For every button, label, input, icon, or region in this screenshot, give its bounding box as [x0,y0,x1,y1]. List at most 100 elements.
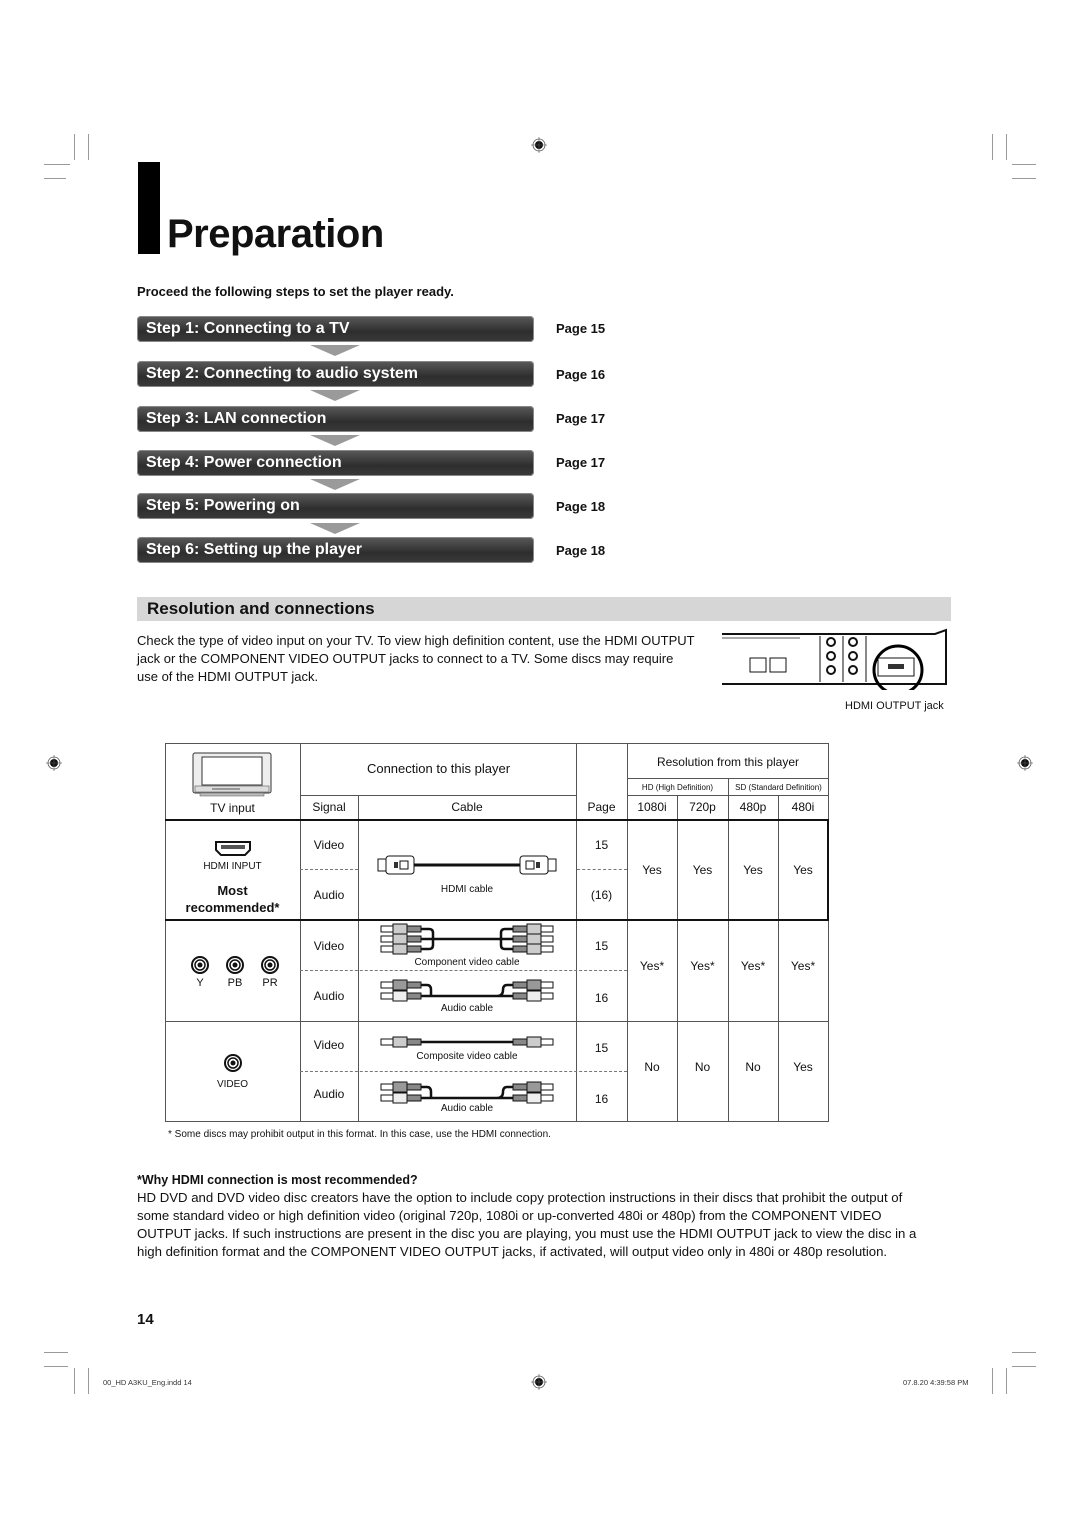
why-hdmi-title: *Why HDMI connection is most recommended… [137,1173,418,1187]
crop-mark [1012,1366,1036,1367]
video-jack-icon [224,1054,242,1072]
diagram-caption: HDMI OUTPUT jack [845,700,944,712]
page-audio: (16) [590,888,613,902]
table-footnote: * Some discs may prohibit output in this… [168,1129,551,1140]
composite-cable-icon [380,1036,554,1048]
crop-mark [74,134,75,160]
page-video: 15 [594,1041,609,1055]
table-border [165,743,829,744]
hdmi-cable-label: HDMI cable [440,884,494,895]
res-480p: Yes* [740,959,766,973]
crop-mark [1012,178,1036,179]
header-page: Page [587,800,616,814]
table-divider [627,778,829,779]
step-5-page: Page 18 [556,499,606,514]
table-divider [627,795,829,796]
player-rear-panel-diagram [722,628,947,690]
why-hdmi-body: HD DVD and DVD video disc creators have … [137,1190,917,1259]
res-480i: Yes [793,1060,813,1074]
step-6-page: Page 18 [556,543,606,558]
step-5: Step 5: Powering on [137,493,534,519]
header-tv-input: TV input [210,801,255,815]
print-slug-date: 07.8.20 4:39:58 PM [903,1378,969,1387]
page-video: 15 [594,838,609,852]
header-hd: HD (High Definition) [641,783,714,792]
table-divider [165,1021,829,1022]
header-res-1080i: 1080i [637,800,667,814]
crop-mark [74,1368,75,1394]
res-480i: Yes [793,863,813,877]
section-title: Resolution and connections [147,599,375,618]
table-divider [165,819,829,821]
signal-video: Video [313,939,345,953]
res-480p: Yes [743,863,763,877]
component-cable-label: Component video cable [414,957,520,968]
page-title: Preparation [167,212,384,256]
res-720p: Yes* [690,959,715,973]
crop-mark [88,134,89,160]
signal-video: Video [313,838,345,852]
hdmi-input-label: HDMI INPUT [203,861,262,872]
composite-cable-label: Composite video cable [416,1051,518,1062]
signal-video: Video [313,1038,345,1052]
crop-mark [1012,1352,1036,1353]
signal-audio: Audio [313,888,345,902]
most-recommended-note: Most recommended* [185,883,280,915]
header-sd: SD (Standard Definition) [735,783,822,792]
registration-mark-icon [1017,755,1033,771]
component-jacks-icon [191,956,279,974]
crop-mark [1006,1368,1007,1394]
connection-table: TV input Connection to this player Resol… [165,743,829,1122]
crop-mark [88,1368,89,1394]
step-4: Step 4: Power connection [137,450,534,476]
registration-mark-icon [46,755,62,771]
audio-cable-label: Audio cable [440,1003,494,1014]
header-res-720p: 720p [689,800,716,814]
page-audio: 16 [594,1092,609,1106]
crop-mark [44,164,70,165]
res-1080i: Yes* [639,959,665,973]
arrow-down-icon [310,390,360,401]
video-input-label: VIDEO [216,1079,249,1090]
header-res-480i: 480i [791,800,815,814]
header-cable: Cable [451,800,483,814]
res-480i: Yes* [790,959,816,973]
audio-cable-icon [380,979,554,1002]
step-1-page: Page 15 [556,321,606,336]
res-1080i: No [644,1060,660,1074]
intro-text: Proceed the following steps to set the p… [137,284,454,299]
audio-cable-label: Audio cable [440,1103,494,1114]
arrow-down-icon [310,479,360,490]
arrow-down-icon [310,523,360,534]
table-border [828,743,829,1122]
dashed-separator [300,1071,627,1072]
step-4-page: Page 17 [556,455,606,470]
title-bar-decoration [138,162,160,254]
step-3: Step 3: LAN connection [137,406,534,432]
header-resolution: Resolution from this player [656,755,800,769]
crop-mark [1006,134,1007,160]
print-slug-filename: 00_HD A3KU_Eng.indd 14 [103,1378,192,1387]
crop-mark [44,1352,68,1353]
registration-mark-icon [531,137,547,153]
dashed-separator [300,869,358,870]
jack-label-y: Y [196,977,204,989]
step-3-page: Page 17 [556,411,606,426]
page-number: 14 [137,1311,154,1328]
arrow-down-icon [310,345,360,356]
table-border [165,1121,829,1122]
jack-label-pr: PR [262,977,278,989]
table-border [165,743,166,1122]
registration-mark-icon [531,1374,547,1390]
signal-audio: Audio [313,1087,345,1101]
crop-mark [992,1368,993,1394]
step-1: Step 1: Connecting to a TV [137,316,534,342]
res-480p: No [745,1060,761,1074]
table-divider [300,795,577,796]
res-720p: No [694,1060,711,1074]
dashed-separator [300,970,627,971]
section-description: Check the type of video input on your TV… [137,633,695,684]
res-1080i: Yes [642,863,662,877]
component-cable-icon [380,923,554,955]
step-6: Step 6: Setting up the player [137,537,534,563]
